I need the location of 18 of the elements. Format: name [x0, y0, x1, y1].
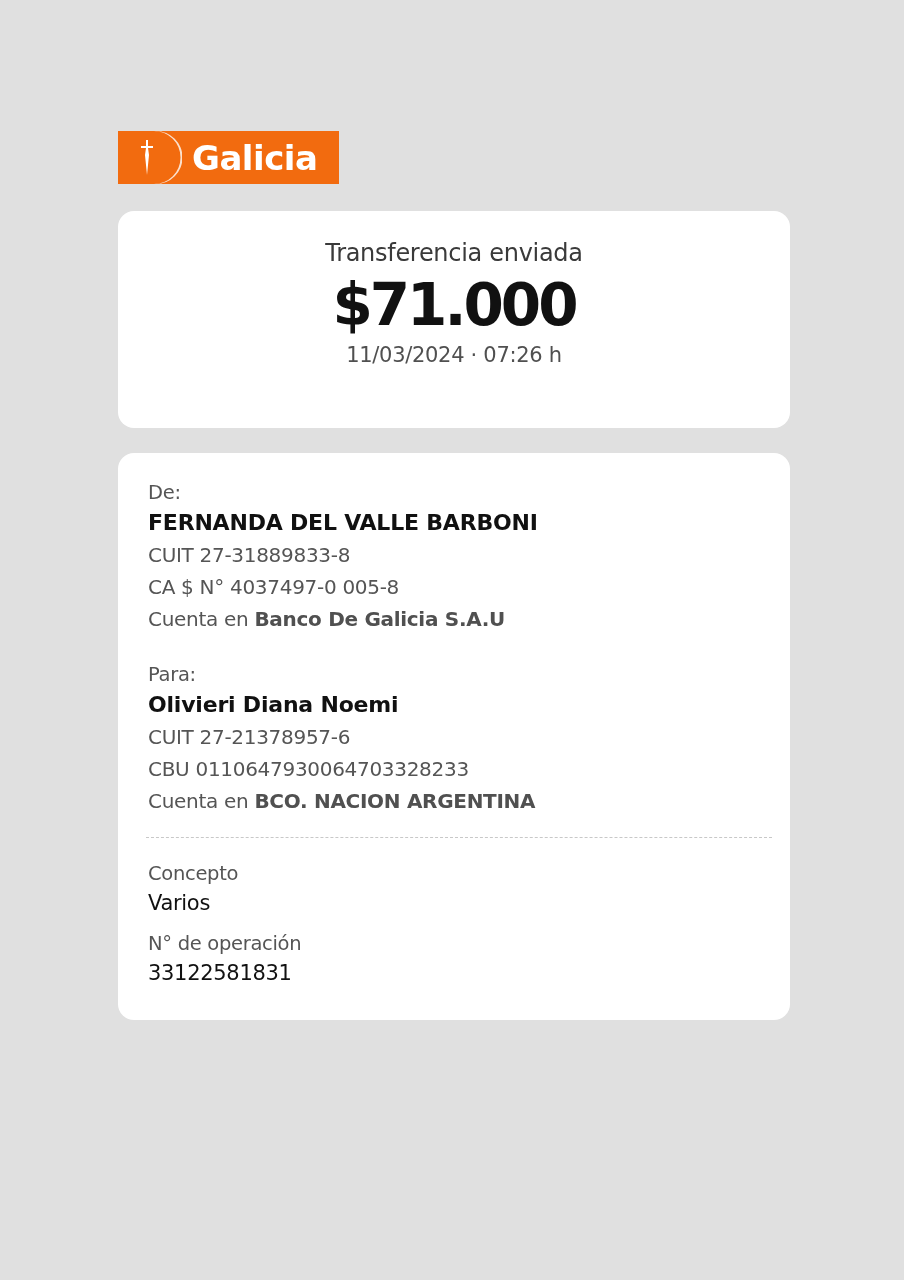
logo-text: Galicia — [192, 137, 318, 178]
detail-label: Concepto — [148, 861, 240, 887]
amount: $71.000 — [331, 270, 577, 341]
party-label: Para: — [148, 662, 197, 688]
account-detail: CUIT 27-21378957-6 — [148, 724, 352, 751]
party-name: FERNANDA DEL VALLE BARBONI — [148, 509, 539, 537]
detail-value: Varios — [148, 890, 212, 917]
account-detail: Cuenta en BCO. NACION ARGENTINA — [148, 788, 537, 815]
account-detail: Cuenta en Banco De Galicia S.A.U — [148, 606, 506, 633]
account-detail: CA $ N° 4037497-0 005-8 — [148, 574, 400, 601]
party-label: De: — [148, 480, 182, 506]
detail-label: N° de operación — [148, 931, 303, 957]
date-time: 11/03/2024 · 07:26 h — [345, 343, 563, 367]
account-detail: CUIT 27-31889833-8 — [148, 542, 352, 569]
party-name: Olivieri Diana Noemi — [148, 691, 400, 719]
detail-value: 33122581831 — [148, 960, 293, 987]
receipt-title: Transferencia enviada — [324, 239, 584, 267]
account-detail: CBU 0110647930064703328233 — [148, 756, 470, 783]
